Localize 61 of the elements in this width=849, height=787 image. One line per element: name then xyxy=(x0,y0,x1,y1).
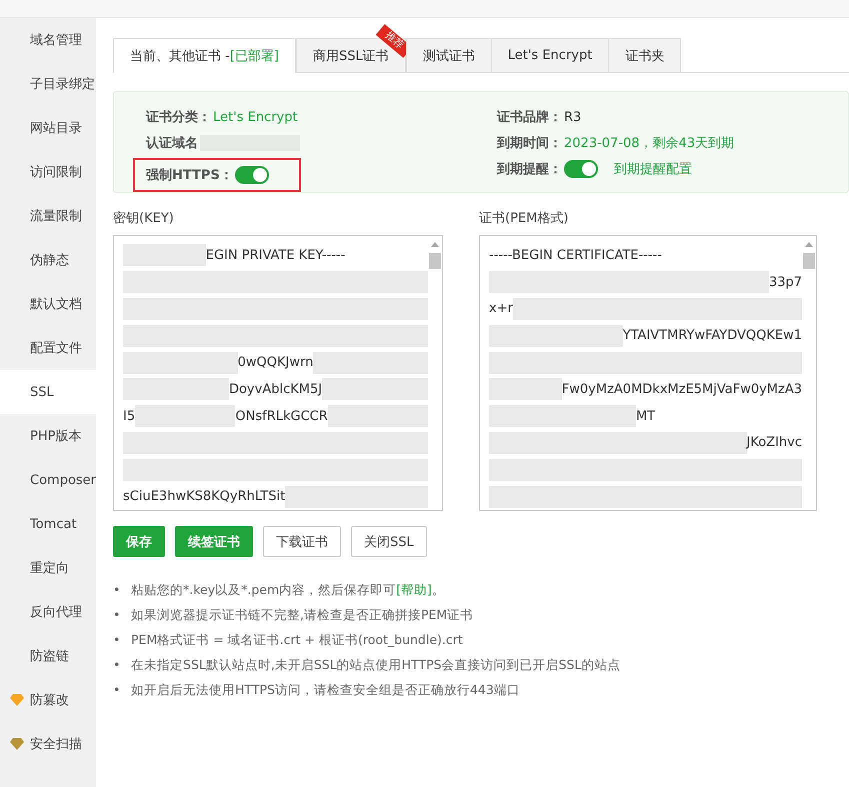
sidebar-item[interactable]: 流量限制 xyxy=(0,194,96,238)
note-text: 在未指定SSL默认站点时,未开启SSL的站点使用HTTPS会直接访问到已开启SSL的站点 xyxy=(131,656,620,674)
bullet: • xyxy=(113,580,122,598)
sidebar-item[interactable]: 安全扫描 xyxy=(0,722,96,766)
text-area[interactable]: EGIN PRIVATE KEY----- 0wQQKJwrn DoyvAblcKM5J I5 ONsfRLkGCCR sCiuE3hwKS8KQyRhLTSit xyxy=(113,235,444,511)
sidebar-item[interactable]: 反向代理 xyxy=(0,590,96,634)
text-line: I5 xyxy=(123,408,136,424)
field-label: 密钥(KEY) xyxy=(113,210,175,228)
tab[interactable]: 测试证书 xyxy=(406,38,492,72)
toggle-switch[interactable] xyxy=(234,166,269,184)
sidebar-item[interactable]: 默认文档 xyxy=(0,282,96,326)
note-text: 如果浏览器提示证书链不完整,请检查是否正确拼接PEM证书 xyxy=(131,606,474,624)
sidebar-item[interactable]: 重定向 xyxy=(0,546,96,590)
bullet: • xyxy=(113,630,122,648)
field-value: 2023-07-08，剩余43天到期 xyxy=(564,135,734,152)
tab[interactable]: 当前、其他证书 -[已部署] xyxy=(113,38,296,73)
sidebar-item[interactable]: SSL xyxy=(0,370,96,414)
field-label: 到期提醒： xyxy=(497,161,562,178)
text-line: 33p7 xyxy=(768,274,802,290)
sidebar-item[interactable]: 配置文件 xyxy=(0,326,96,370)
tab[interactable]: Let's Encrypt xyxy=(492,38,610,72)
action-button[interactable]: 下载证书 xyxy=(263,526,342,557)
text-line: 0wQQKJwrn xyxy=(238,355,314,370)
text-line: MT xyxy=(636,408,656,424)
sidebar-item[interactable]: 防盗链 xyxy=(0,634,96,678)
sidebar-item[interactable]: 伪静态 xyxy=(0,238,96,282)
field-value: R3 xyxy=(564,110,582,124)
tab[interactable]: 证书夹 xyxy=(609,38,682,72)
sidebar-item[interactable]: Tomcat xyxy=(0,502,96,546)
field-label: 证书品牌： xyxy=(497,109,562,126)
field-label: 证书分类： xyxy=(146,109,212,126)
bullet: • xyxy=(113,680,122,698)
note-text: 粘贴您的*.key以及*.pem内容，然后保存即可[帮助]。 xyxy=(131,580,445,598)
field-label: 强制HTTPS： xyxy=(146,167,233,184)
note-text: 如开启后无法使用HTTPS访问，请检查安全组是否正确放行443端口 xyxy=(131,680,520,698)
action-button[interactable]: 关闭SSL xyxy=(351,526,427,557)
sidebar-item[interactable]: 域名管理 xyxy=(0,18,96,62)
toggle-switch[interactable] xyxy=(564,160,598,178)
sidebar-item[interactable]: 网站目录 xyxy=(0,106,96,150)
text-line: ONsfRLkGCCR xyxy=(235,408,328,424)
text-line: x+r xyxy=(489,301,513,316)
text-line: EGIN PRIVATE KEY----- xyxy=(206,248,346,263)
sidebar-item[interactable]: 子目录绑定 xyxy=(0,62,96,106)
note-text: PEM格式证书 = 域名证书.crt + 根证书(root_bundle).crt xyxy=(131,630,463,648)
text-line: DoyvAblcKM5J xyxy=(228,382,322,397)
sidebar-item[interactable]: 访问限制 xyxy=(0,150,96,194)
field-value: Let's Encrypt xyxy=(213,110,298,124)
text-line: Fw0yMzA0MDkxMzE5MjVaFw0yMzA3 xyxy=(562,382,802,397)
text-line: JKoZIhvc xyxy=(746,435,802,450)
text-line: -----BEGIN CERTIFICATE----- xyxy=(489,248,662,263)
sidebar-item[interactable]: PHP版本 xyxy=(0,414,96,458)
text-line: sCiuE3hwKS8KQyRhLTSit xyxy=(123,489,286,504)
sidebar-item[interactable]: 防篡改 xyxy=(0,678,96,722)
field-label: 证书(PEM格式) xyxy=(479,210,570,228)
text-line: YTAIVTMRYwFAYDVQQKEw1 xyxy=(622,328,802,344)
bullet: • xyxy=(113,656,122,674)
field-label: 认证域名 xyxy=(146,135,198,152)
field-label: 到期时间： xyxy=(497,135,562,152)
text-area[interactable]: -----BEGIN CERTIFICATE----- 33p7 x+r YTAIVTMRYwFAYDVQQKEw1 Fw0yMzA0MDkxMzE5MjVaFw0yMzA3 MT JKoZIhvc xyxy=(479,235,818,511)
bullet: • xyxy=(113,606,122,624)
sidebar-item[interactable]: Composer xyxy=(0,458,96,502)
